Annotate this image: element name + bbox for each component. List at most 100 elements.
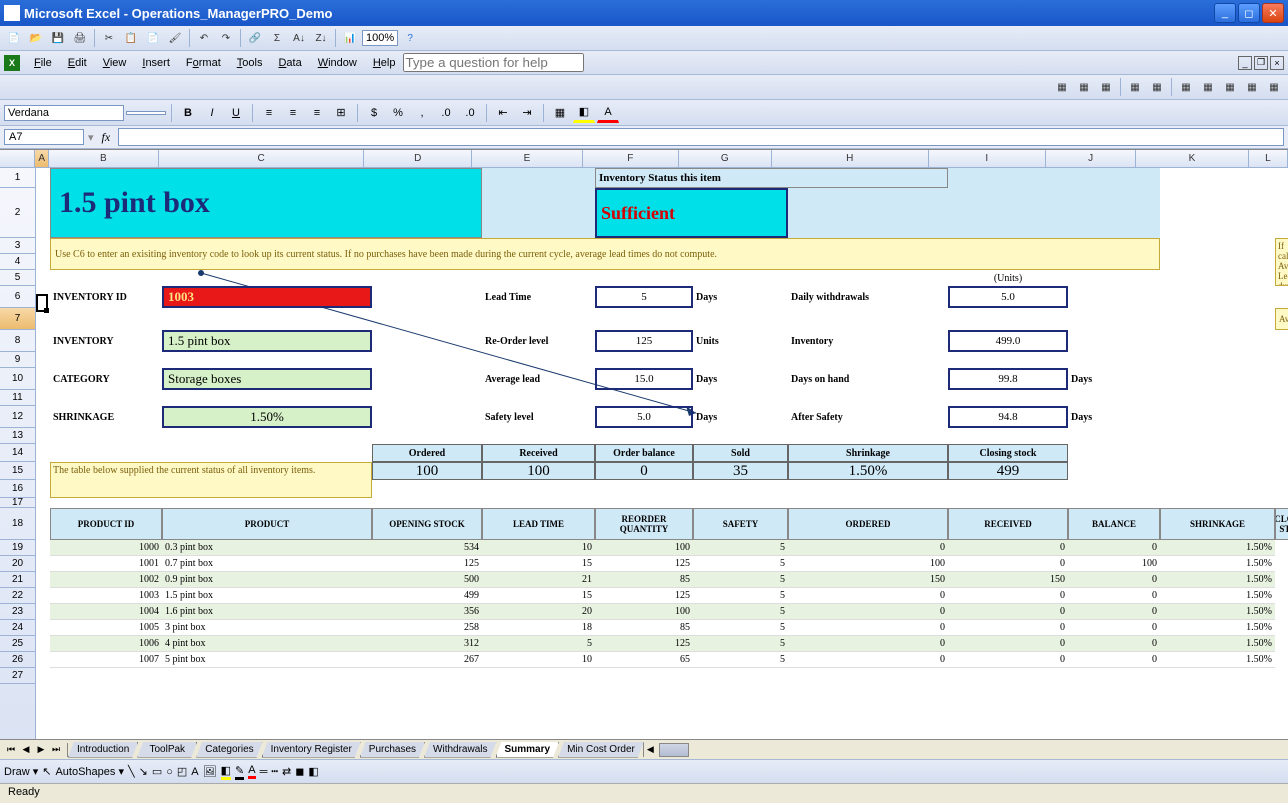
row-header[interactable]: 2 bbox=[0, 188, 35, 238]
increase-indent-button[interactable]: ⇥ bbox=[516, 103, 538, 123]
format-painter-icon[interactable]: 🖌 bbox=[165, 28, 185, 48]
borders-button[interactable]: ▦ bbox=[549, 103, 571, 123]
doc-restore-button[interactable]: ❐ bbox=[1254, 56, 1268, 70]
row-header[interactable]: 22 bbox=[0, 588, 35, 604]
copy-icon[interactable]: 📋 bbox=[121, 28, 141, 48]
column-header[interactable]: L bbox=[1249, 150, 1288, 167]
sheet-tab[interactable]: Inventory Register bbox=[262, 742, 361, 758]
column-header[interactable]: F bbox=[583, 150, 679, 167]
column-header[interactable]: A bbox=[35, 150, 49, 167]
tab-last-button[interactable]: ⏭ bbox=[49, 743, 63, 757]
redo-icon[interactable]: ↷ bbox=[216, 28, 236, 48]
column-header[interactable]: E bbox=[472, 150, 583, 167]
comma-button[interactable]: , bbox=[411, 103, 433, 123]
maximize-button[interactable]: ◻ bbox=[1238, 3, 1260, 23]
underline-button[interactable]: U bbox=[225, 103, 247, 123]
tab-first-button[interactable]: ⏮ bbox=[4, 743, 18, 757]
doc-minimize-button[interactable]: _ bbox=[1238, 56, 1252, 70]
row-header[interactable]: 13 bbox=[0, 428, 35, 444]
column-header[interactable]: I bbox=[929, 150, 1047, 167]
sort-asc-icon[interactable]: A↓ bbox=[289, 28, 309, 48]
tab-next-button[interactable]: ▶ bbox=[34, 743, 48, 757]
menu-file[interactable]: File bbox=[26, 55, 60, 71]
row-header[interactable]: 17 bbox=[0, 498, 35, 508]
font-color-icon[interactable]: A bbox=[248, 764, 255, 779]
row-header[interactable]: 10 bbox=[0, 368, 35, 390]
row-header[interactable]: 7 bbox=[0, 308, 35, 330]
menu-edit[interactable]: Edit bbox=[60, 55, 95, 71]
bold-button[interactable]: B bbox=[177, 103, 199, 123]
sheet-tab[interactable]: Summary bbox=[496, 742, 560, 758]
merge-button[interactable]: ⊞ bbox=[330, 103, 352, 123]
font-color-button[interactable]: A bbox=[597, 103, 619, 123]
close-button[interactable]: ✕ bbox=[1262, 3, 1284, 23]
toolbar-icon[interactable]: ▦ bbox=[1074, 77, 1094, 97]
line-style-icon[interactable]: ═ bbox=[260, 766, 268, 778]
new-icon[interactable]: 📄 bbox=[4, 28, 24, 48]
workbook-icon[interactable]: X bbox=[4, 55, 20, 71]
font-name-select[interactable]: Verdana bbox=[4, 105, 124, 121]
minimize-button[interactable]: _ bbox=[1214, 3, 1236, 23]
row-header[interactable]: 19 bbox=[0, 540, 35, 556]
toolbar-icon[interactable]: ▦ bbox=[1220, 77, 1240, 97]
row-header[interactable]: 1 bbox=[0, 168, 35, 188]
row-header[interactable]: 15 bbox=[0, 462, 35, 480]
column-header[interactable]: D bbox=[364, 150, 472, 167]
row-header[interactable]: 12 bbox=[0, 406, 35, 428]
fx-button[interactable]: fx bbox=[98, 130, 115, 145]
doc-close-button[interactable]: × bbox=[1270, 56, 1284, 70]
align-left-button[interactable]: ≡ bbox=[258, 103, 280, 123]
cut-icon[interactable]: ✂ bbox=[99, 28, 119, 48]
worksheet-grid[interactable]: ABCDEFGHIJKL 123456789101112131415161718… bbox=[0, 149, 1288, 739]
column-header[interactable]: G bbox=[679, 150, 772, 167]
toolbar-icon[interactable]: ▦ bbox=[1176, 77, 1196, 97]
toolbar-icon[interactable]: ▦ bbox=[1264, 77, 1284, 97]
select-objects-icon[interactable]: ↖ bbox=[42, 765, 51, 778]
column-header[interactable]: B bbox=[49, 150, 159, 167]
toolbar-icon[interactable]: ▦ bbox=[1198, 77, 1218, 97]
row-header[interactable]: 8 bbox=[0, 330, 35, 352]
row-header[interactable]: 26 bbox=[0, 652, 35, 668]
3d-icon[interactable]: ◧ bbox=[308, 765, 318, 778]
row-header[interactable]: 11 bbox=[0, 390, 35, 406]
menu-help[interactable]: Help bbox=[365, 55, 404, 71]
row-header[interactable]: 21 bbox=[0, 572, 35, 588]
wordart-icon[interactable]: A bbox=[191, 766, 198, 778]
save-icon[interactable]: 💾 bbox=[48, 28, 68, 48]
toolbar-icon[interactable]: ▦ bbox=[1147, 77, 1167, 97]
italic-button[interactable]: I bbox=[201, 103, 223, 123]
sheet-tab[interactable]: Min Cost Order bbox=[558, 742, 644, 758]
currency-button[interactable]: $ bbox=[363, 103, 385, 123]
sheet-tab[interactable]: ToolPak bbox=[137, 742, 197, 758]
name-box[interactable]: A7 bbox=[4, 129, 84, 145]
increase-decimal-button[interactable]: .0 bbox=[435, 103, 457, 123]
column-header[interactable]: H bbox=[772, 150, 929, 167]
horizontal-scrollbar[interactable]: ◀ bbox=[643, 743, 1288, 757]
shadow-icon[interactable]: ◼ bbox=[295, 765, 304, 778]
fill-color-icon[interactable]: ◧ bbox=[221, 764, 231, 780]
align-right-button[interactable]: ≡ bbox=[306, 103, 328, 123]
sort-desc-icon[interactable]: Z↓ bbox=[311, 28, 331, 48]
formula-input[interactable] bbox=[118, 128, 1284, 146]
row-header[interactable]: 24 bbox=[0, 620, 35, 636]
font-size-select[interactable] bbox=[126, 111, 166, 115]
decrease-decimal-button[interactable]: .0 bbox=[459, 103, 481, 123]
menu-view[interactable]: View bbox=[95, 55, 135, 71]
line-color-icon[interactable]: ✎ bbox=[235, 764, 244, 780]
column-header[interactable]: K bbox=[1136, 150, 1249, 167]
row-header[interactable]: 20 bbox=[0, 556, 35, 572]
sheet-tab[interactable]: Purchases bbox=[360, 742, 425, 758]
row-header[interactable]: 3 bbox=[0, 238, 35, 254]
line-icon[interactable]: ╲ bbox=[128, 765, 135, 778]
column-header[interactable]: J bbox=[1046, 150, 1136, 167]
row-header[interactable]: 5 bbox=[0, 270, 35, 286]
tab-prev-button[interactable]: ◀ bbox=[19, 743, 33, 757]
paste-icon[interactable]: 📄 bbox=[143, 28, 163, 48]
row-header[interactable]: 14 bbox=[0, 444, 35, 462]
decrease-indent-button[interactable]: ⇤ bbox=[492, 103, 514, 123]
row-header[interactable]: 6 bbox=[0, 286, 35, 308]
help-icon[interactable]: ? bbox=[400, 28, 420, 48]
row-header[interactable]: 18 bbox=[0, 508, 35, 540]
row-header[interactable]: 25 bbox=[0, 636, 35, 652]
autosum-icon[interactable]: Σ bbox=[267, 28, 287, 48]
